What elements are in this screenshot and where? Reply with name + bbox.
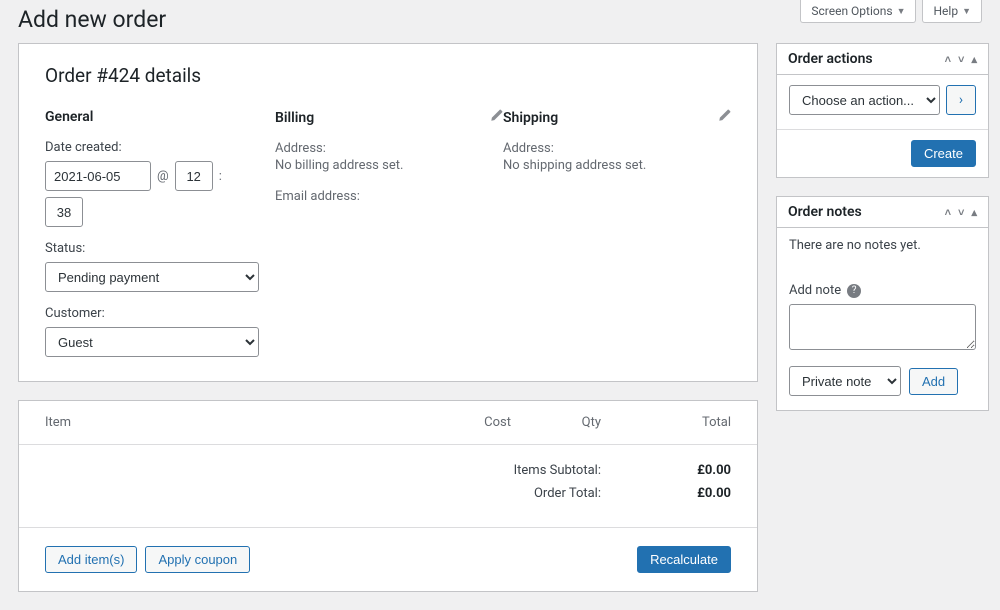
help-icon[interactable]: ? (847, 284, 861, 298)
billing-column: Billing Address: No billing address set.… (275, 109, 503, 357)
toggle-panel-icon[interactable]: ▴ (971, 53, 977, 66)
note-type-select[interactable]: Private note (789, 366, 901, 396)
move-down-icon[interactable]: ˅ (958, 206, 964, 219)
items-actions-bar: Add item(s) Apply coupon Recalculate (19, 527, 757, 591)
minute-input[interactable] (45, 197, 83, 227)
customer-select[interactable]: Guest (45, 327, 259, 357)
at-symbol: @ (157, 169, 169, 184)
pencil-icon (490, 109, 503, 122)
order-actions-title: Order actions (788, 51, 873, 67)
items-header-row: Item Cost Qty Total (19, 401, 757, 444)
hour-input[interactable] (175, 161, 213, 191)
billing-label: Billing (275, 110, 314, 126)
screen-options-label: Screen Options (811, 4, 892, 18)
run-action-button[interactable]: › (946, 85, 976, 115)
date-created-label: Date created: (45, 140, 275, 155)
col-cost: Cost (421, 415, 511, 430)
screen-options-tab[interactable]: Screen Options ▼ (800, 0, 916, 23)
order-details-heading: Order #424 details (45, 64, 731, 87)
apply-coupon-button[interactable]: Apply coupon (145, 546, 250, 573)
help-tab[interactable]: Help ▼ (922, 0, 982, 23)
add-note-button[interactable]: Add (909, 368, 958, 395)
time-separator: : (219, 169, 222, 184)
move-down-icon[interactable]: ˅ (958, 53, 964, 66)
order-notes-title: Order notes (788, 204, 862, 220)
order-total-label: Order Total: (161, 486, 601, 501)
status-select[interactable]: Pending payment (45, 262, 259, 292)
order-notes-box: Order notes ˄ ˅ ▴ There are no notes yet… (776, 196, 989, 411)
order-total-value: £0.00 (601, 486, 731, 501)
caret-down-icon: ▼ (897, 6, 906, 17)
move-up-icon[interactable]: ˄ (945, 53, 951, 66)
billing-email-label: Email address: (275, 189, 503, 204)
chevron-right-icon: › (959, 92, 963, 108)
totals-section: Items Subtotal: £0.00 Order Total: £0.00 (19, 444, 757, 527)
move-up-icon[interactable]: ˄ (945, 206, 951, 219)
billing-address-text: No billing address set. (275, 158, 503, 173)
recalculate-button[interactable]: Recalculate (637, 546, 731, 573)
edit-billing-button[interactable] (490, 109, 503, 126)
page-title: Add new order (18, 0, 166, 33)
toggle-panel-icon[interactable]: ▴ (971, 206, 977, 219)
notes-empty-text: There are no notes yet. (789, 238, 976, 253)
col-qty: Qty (511, 415, 601, 430)
items-subtotal-value: £0.00 (601, 463, 731, 478)
order-items-box: Item Cost Qty Total Items Subtotal: £0.0… (18, 400, 758, 592)
caret-down-icon: ▼ (962, 6, 971, 17)
billing-address-label: Address: (275, 141, 503, 156)
customer-label: Customer: (45, 306, 275, 321)
create-order-button[interactable]: Create (911, 140, 976, 167)
items-subtotal-label: Items Subtotal: (161, 463, 601, 478)
order-actions-box: Order actions ˄ ˅ ▴ Choose an action... … (776, 43, 989, 178)
add-items-button[interactable]: Add item(s) (45, 546, 137, 573)
note-textarea[interactable] (789, 304, 976, 350)
general-label: General (45, 109, 275, 125)
col-total: Total (601, 415, 731, 430)
shipping-address-text: No shipping address set. (503, 158, 731, 173)
shipping-column: Shipping Address: No shipping address se… (503, 109, 731, 357)
order-action-select[interactable]: Choose an action... (789, 85, 940, 115)
screen-meta-tabs: Screen Options ▼ Help ▼ (800, 0, 982, 23)
add-note-label: Add note (789, 283, 841, 298)
shipping-label: Shipping (503, 110, 558, 126)
order-details-box: Order #424 details General Date created:… (18, 43, 758, 382)
pencil-icon (718, 109, 731, 122)
general-column: General Date created: @ : Status: (45, 109, 275, 357)
col-item: Item (45, 415, 421, 430)
status-label: Status: (45, 241, 275, 256)
date-input[interactable] (45, 161, 151, 191)
edit-shipping-button[interactable] (718, 109, 731, 126)
shipping-address-label: Address: (503, 141, 731, 156)
help-label: Help (933, 4, 958, 18)
